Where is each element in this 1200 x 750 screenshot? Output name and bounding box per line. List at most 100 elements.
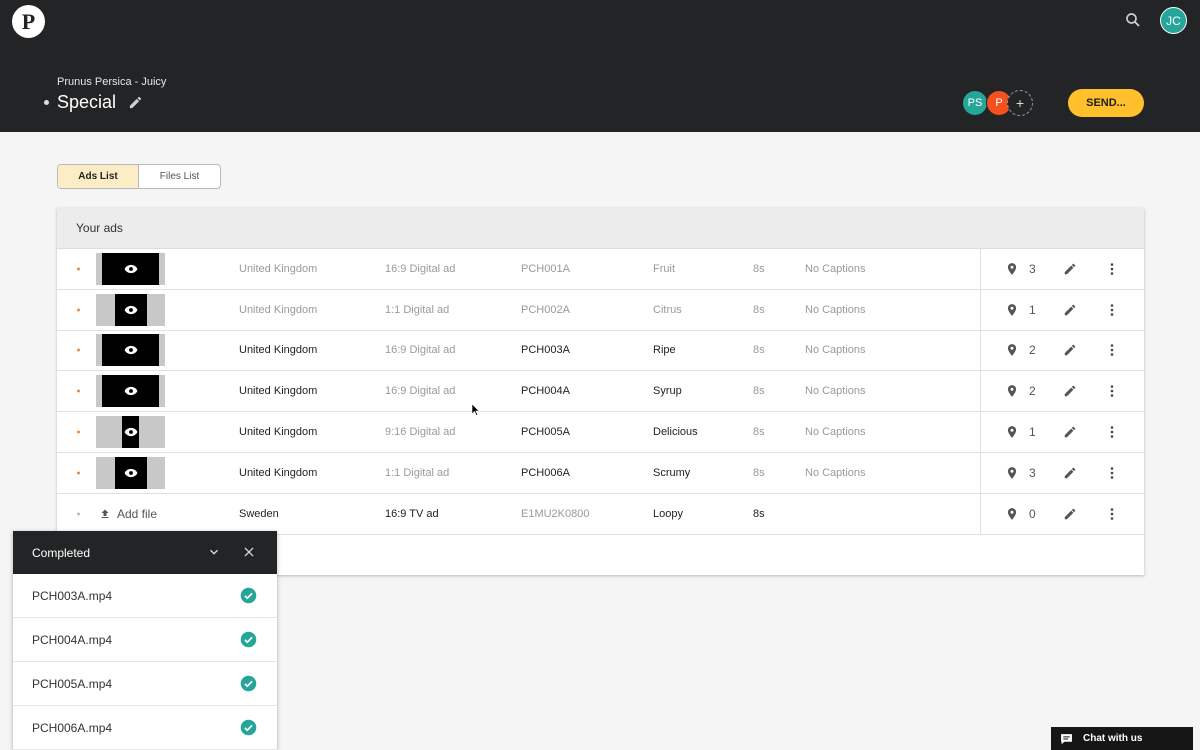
add-file-button[interactable]: Add file bbox=[99, 507, 157, 521]
ad-captions: No Captions bbox=[805, 344, 866, 357]
ads-card: Your ads United Kingdom 16:9 Digital ad … bbox=[57, 208, 1144, 575]
ad-country: Sweden bbox=[239, 507, 279, 520]
edit-pencil-icon[interactable] bbox=[1063, 507, 1077, 521]
ad-name: Syrup bbox=[653, 385, 682, 398]
tab-files-list[interactable]: Files List bbox=[139, 165, 220, 188]
check-circle-icon bbox=[240, 631, 257, 648]
ad-duration: 8s bbox=[753, 385, 765, 398]
ad-row[interactable]: United Kingdom 1:1 Digital ad PCH002A Ci… bbox=[57, 289, 1144, 331]
collaborator-avatar-ps[interactable]: PS bbox=[962, 90, 988, 116]
more-options-icon[interactable] bbox=[1106, 343, 1118, 357]
actions-divider bbox=[980, 493, 981, 534]
location-pin-icon[interactable] bbox=[1005, 261, 1019, 276]
location-pin-icon[interactable] bbox=[1005, 343, 1019, 358]
ad-code: PCH005A bbox=[521, 426, 570, 439]
preview-eye-icon bbox=[124, 305, 137, 314]
completed-file-row: PCH005A.mp4 bbox=[13, 662, 277, 706]
ad-captions: No Captions bbox=[805, 385, 866, 398]
completed-file-name: PCH003A.mp4 bbox=[32, 588, 113, 603]
status-dot bbox=[77, 389, 80, 393]
ad-row-pending[interactable]: Add file Sweden 16:9 TV ad E1MU2K0800 Lo… bbox=[57, 493, 1144, 535]
actions-divider bbox=[980, 330, 981, 371]
edit-pencil-icon[interactable] bbox=[1063, 466, 1077, 480]
close-icon[interactable] bbox=[242, 545, 256, 559]
ad-name: Scrumy bbox=[653, 466, 691, 479]
ad-thumbnail[interactable] bbox=[96, 456, 165, 489]
more-options-icon[interactable] bbox=[1106, 384, 1118, 398]
location-pin-icon[interactable] bbox=[1005, 506, 1019, 521]
more-options-icon[interactable] bbox=[1106, 425, 1118, 439]
more-options-icon[interactable] bbox=[1106, 507, 1118, 521]
ad-name: Loopy bbox=[653, 507, 683, 520]
ad-thumbnail[interactable] bbox=[96, 252, 165, 285]
completed-file-row: PCH006A.mp4 bbox=[13, 706, 277, 750]
location-count: 0 bbox=[1029, 506, 1036, 521]
actions-divider bbox=[980, 412, 981, 452]
location-pin-icon[interactable] bbox=[1005, 302, 1019, 317]
ad-row[interactable]: United Kingdom 1:1 Digital ad PCH006A Sc… bbox=[57, 452, 1144, 494]
ad-duration: 8s bbox=[753, 466, 765, 479]
check-circle-icon bbox=[240, 719, 257, 736]
preview-eye-icon bbox=[124, 346, 137, 355]
edit-pencil-icon[interactable] bbox=[1063, 303, 1077, 317]
ad-format: 1:1 Digital ad bbox=[385, 303, 450, 316]
ad-captions: No Captions bbox=[805, 303, 866, 316]
ad-name: Delicious bbox=[653, 426, 698, 439]
breadcrumb[interactable]: Prunus Persica - Juicy bbox=[57, 76, 166, 88]
chevron-down-icon[interactable] bbox=[207, 545, 221, 559]
ad-captions: No Captions bbox=[805, 262, 866, 275]
ad-row[interactable]: United Kingdom 16:9 Digital ad PCH004A S… bbox=[57, 371, 1144, 413]
title-status-dot bbox=[44, 100, 49, 105]
ad-name: Fruit bbox=[653, 262, 675, 275]
more-options-icon[interactable] bbox=[1106, 466, 1118, 480]
app-logo[interactable]: P bbox=[12, 5, 45, 38]
send-button[interactable]: SEND... bbox=[1068, 89, 1144, 117]
ad-code: PCH004A bbox=[521, 385, 570, 398]
edit-pencil-icon[interactable] bbox=[1063, 425, 1077, 439]
ads-card-heading: Your ads bbox=[57, 208, 1144, 249]
search-icon[interactable] bbox=[1124, 11, 1142, 29]
view-tabs: Ads List Files List bbox=[57, 164, 221, 189]
edit-pencil-icon[interactable] bbox=[1063, 343, 1077, 357]
preview-eye-icon bbox=[124, 264, 137, 273]
add-collaborator-button[interactable]: + bbox=[1007, 90, 1033, 116]
ad-row[interactable]: United Kingdom 16:9 Digital ad PCH001A F… bbox=[57, 249, 1144, 290]
ad-format: 16:9 Digital ad bbox=[385, 344, 456, 357]
ad-thumbnail[interactable] bbox=[96, 416, 165, 449]
ad-thumbnail[interactable] bbox=[96, 293, 165, 326]
check-circle-icon bbox=[240, 587, 257, 604]
actions-divider bbox=[980, 289, 981, 330]
user-avatar[interactable]: JC bbox=[1160, 7, 1187, 34]
completed-file-row: PCH003A.mp4 bbox=[13, 574, 277, 618]
ad-format: 16:9 TV ad bbox=[385, 507, 439, 520]
edit-title-pencil-icon[interactable] bbox=[128, 95, 143, 110]
ad-country: United Kingdom bbox=[239, 466, 318, 479]
edit-pencil-icon[interactable] bbox=[1063, 384, 1077, 398]
chat-widget-button[interactable]: Chat with us bbox=[1051, 727, 1193, 750]
location-pin-icon[interactable] bbox=[1005, 465, 1019, 480]
edit-pencil-icon[interactable] bbox=[1063, 262, 1077, 276]
ad-captions: No Captions bbox=[805, 426, 866, 439]
ad-row[interactable]: United Kingdom 9:16 Digital ad PCH005A D… bbox=[57, 412, 1144, 453]
ad-format: 9:16 Digital ad bbox=[385, 426, 456, 439]
ad-duration: 8s bbox=[753, 426, 765, 439]
ad-thumbnail[interactable] bbox=[96, 375, 165, 408]
ad-country: United Kingdom bbox=[239, 303, 318, 316]
actions-divider bbox=[980, 249, 981, 289]
location-count: 3 bbox=[1029, 261, 1036, 276]
location-pin-icon[interactable] bbox=[1005, 384, 1019, 399]
ad-code: PCH001A bbox=[521, 262, 570, 275]
location-pin-icon[interactable] bbox=[1005, 425, 1019, 440]
more-options-icon[interactable] bbox=[1106, 262, 1118, 276]
ad-row[interactable]: United Kingdom 16:9 Digital ad PCH003A R… bbox=[57, 330, 1144, 372]
ad-country: United Kingdom bbox=[239, 262, 318, 275]
completed-file-name: PCH005A.mp4 bbox=[32, 676, 113, 691]
status-dot bbox=[77, 430, 80, 434]
more-options-icon[interactable] bbox=[1106, 303, 1118, 317]
upload-icon bbox=[101, 509, 109, 518]
ad-thumbnail[interactable] bbox=[96, 334, 165, 367]
tab-ads-list[interactable]: Ads List bbox=[58, 165, 139, 188]
ad-code: PCH006A bbox=[521, 466, 570, 479]
page-title: Special bbox=[57, 92, 117, 112]
ad-name: Ripe bbox=[653, 344, 676, 357]
